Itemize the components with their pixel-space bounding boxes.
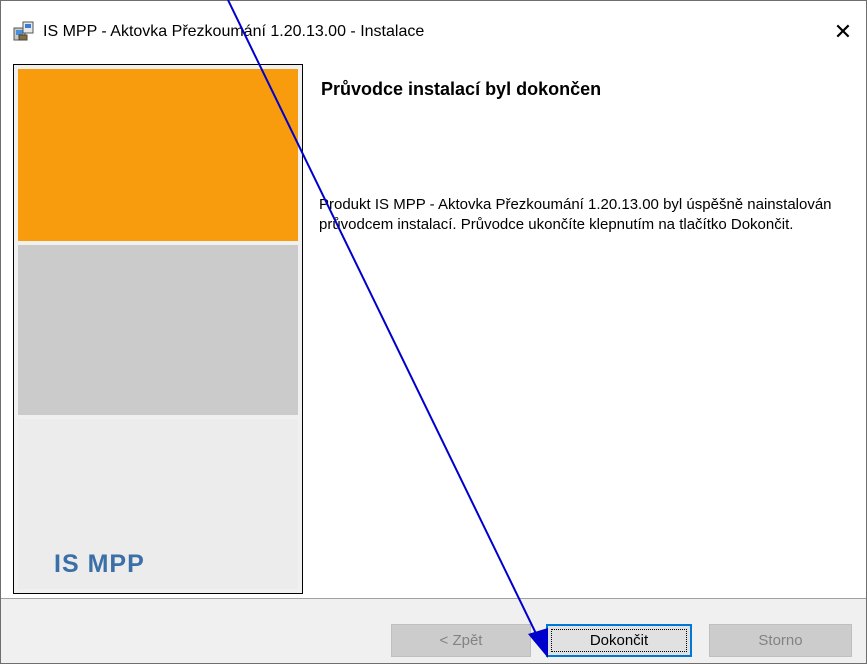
title-bar: IS MPP - Aktovka Přezkoumání 1.20.13.00 … [1,1,866,45]
installer-icon [13,20,35,42]
finish-button[interactable]: Dokončit [546,624,692,657]
window-title: IS MPP - Aktovka Přezkoumání 1.20.13.00 … [43,23,425,40]
installer-window: IS MPP - Aktovka Přezkoumání 1.20.13.00 … [0,0,867,664]
brand-logo: IS MPP [54,550,145,578]
back-button[interactable]: < Zpět [391,624,531,657]
cancel-button[interactable]: Storno [709,624,852,657]
banner-gray-block [18,245,298,415]
banner-orange-block [18,69,298,241]
completion-message: Produkt IS MPP - Aktovka Přezkoumání 1.2… [319,196,832,233]
banner-panel: IS MPP [13,64,303,594]
page-title: Průvodce instalací byl dokončen [321,79,602,99]
focus-ring [551,629,687,652]
close-icon[interactable]: ✕ [821,15,865,51]
